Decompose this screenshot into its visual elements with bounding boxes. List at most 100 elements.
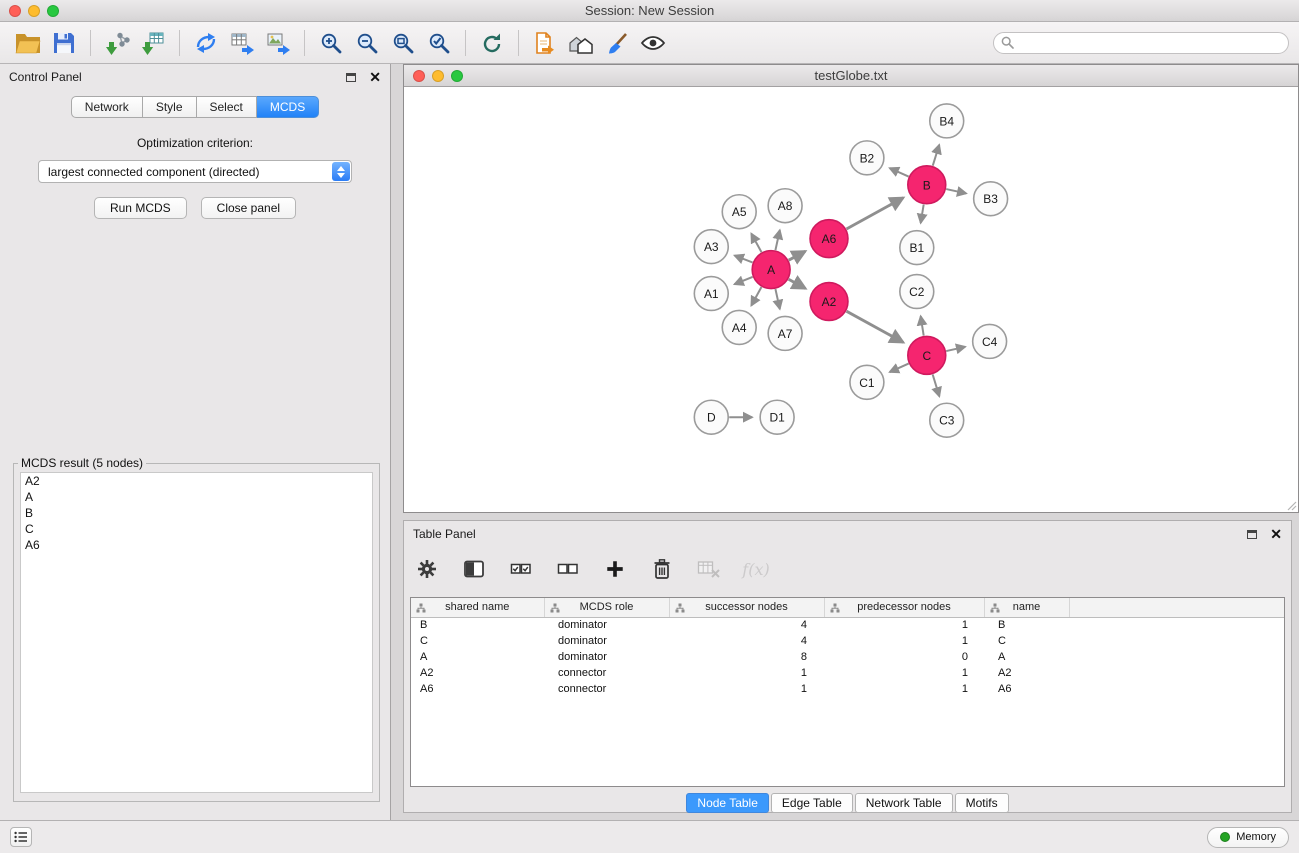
zoom-window-button[interactable] bbox=[47, 5, 59, 17]
graph-edge-A6-B[interactable] bbox=[846, 198, 903, 229]
graph-node-A8[interactable]: A8 bbox=[768, 189, 802, 223]
table-row[interactable]: Cdominator41C bbox=[411, 633, 1284, 649]
tab-edge-table[interactable]: Edge Table bbox=[771, 793, 853, 813]
result-item[interactable]: C bbox=[21, 521, 372, 537]
graph-edge-B-B2[interactable] bbox=[890, 168, 909, 176]
graph-node-A2[interactable]: A2 bbox=[810, 283, 848, 321]
table-row[interactable]: A2connector11A2 bbox=[411, 665, 1284, 681]
graph-edge-A-A4[interactable] bbox=[751, 287, 761, 306]
run-mcds-button[interactable]: Run MCDS bbox=[94, 197, 187, 219]
zoom-selected-button[interactable] bbox=[421, 26, 457, 60]
tab-motifs[interactable]: Motifs bbox=[955, 793, 1009, 813]
select-all-button[interactable] bbox=[508, 556, 534, 582]
column-header-predecessor-nodes[interactable]: predecessor nodes bbox=[824, 598, 984, 617]
delete-table-button[interactable] bbox=[696, 556, 722, 582]
export-table-button[interactable] bbox=[224, 26, 260, 60]
graph-edge-C-C4[interactable] bbox=[946, 347, 965, 351]
graph-node-C[interactable]: C bbox=[908, 336, 946, 374]
graph-edge-A-A5[interactable] bbox=[751, 234, 761, 253]
zoom-network-button[interactable] bbox=[451, 70, 463, 82]
apply-style-button[interactable] bbox=[599, 26, 635, 60]
search-field[interactable] bbox=[993, 32, 1289, 54]
export-image-button[interactable] bbox=[260, 26, 296, 60]
graph-node-A6[interactable]: A6 bbox=[810, 220, 848, 258]
graph-edge-B-B3[interactable] bbox=[946, 189, 966, 193]
graph-node-A4[interactable]: A4 bbox=[722, 310, 756, 344]
graph-edge-C-C1[interactable] bbox=[890, 364, 909, 372]
minimize-window-button[interactable] bbox=[28, 5, 40, 17]
zoom-fit-button[interactable] bbox=[385, 26, 421, 60]
add-entry-button[interactable] bbox=[602, 556, 628, 582]
close-network-button[interactable] bbox=[413, 70, 425, 82]
tab-select[interactable]: Select bbox=[197, 96, 257, 118]
result-item[interactable]: A bbox=[21, 489, 372, 505]
show-hide-button[interactable] bbox=[635, 26, 671, 60]
graph-node-B4[interactable]: B4 bbox=[930, 104, 964, 138]
float-table-panel-icon[interactable] bbox=[1247, 530, 1257, 539]
graph-node-C4[interactable]: C4 bbox=[973, 324, 1007, 358]
resize-grip[interactable] bbox=[1286, 500, 1297, 511]
graph-edge-B-B1[interactable] bbox=[921, 205, 924, 223]
graph-node-B1[interactable]: B1 bbox=[900, 231, 934, 265]
deselect-all-button[interactable] bbox=[555, 556, 581, 582]
open-session-button[interactable] bbox=[527, 26, 563, 60]
tab-mcds[interactable]: MCDS bbox=[257, 96, 319, 118]
result-item[interactable]: A6 bbox=[21, 537, 372, 553]
result-item[interactable]: B bbox=[21, 505, 372, 521]
table-row[interactable]: Adominator80A bbox=[411, 649, 1284, 665]
graph-edge-A-A6[interactable] bbox=[789, 251, 806, 260]
close-table-panel-icon[interactable]: ✕ bbox=[1270, 527, 1282, 541]
import-network-button[interactable] bbox=[99, 26, 135, 60]
close-panel-icon[interactable]: ✕ bbox=[369, 70, 381, 84]
close-panel-button[interactable]: Close panel bbox=[201, 197, 296, 219]
graph-edge-B-B4[interactable] bbox=[933, 145, 939, 166]
tab-network-table[interactable]: Network Table bbox=[855, 793, 953, 813]
import-table-button[interactable] bbox=[135, 26, 171, 60]
graph-node-D[interactable]: D bbox=[694, 400, 728, 434]
graph-node-A5[interactable]: A5 bbox=[722, 195, 756, 229]
graph-edge-A-A1[interactable] bbox=[734, 277, 752, 284]
graph-node-C2[interactable]: C2 bbox=[900, 275, 934, 309]
save-session-button[interactable] bbox=[46, 26, 82, 60]
tab-network[interactable]: Network bbox=[71, 96, 143, 118]
graph-node-B3[interactable]: B3 bbox=[974, 182, 1008, 216]
graph-node-B2[interactable]: B2 bbox=[850, 141, 884, 175]
optimization-criterion-select[interactable]: largest connected component (directed) bbox=[38, 160, 352, 183]
result-item[interactable]: A2 bbox=[21, 473, 372, 489]
toggle-panels-button[interactable] bbox=[10, 827, 32, 847]
memory-button[interactable]: Memory bbox=[1207, 827, 1289, 848]
column-header-mcds-role[interactable]: MCDS role bbox=[544, 598, 669, 617]
delete-entry-button[interactable] bbox=[649, 556, 675, 582]
tab-style[interactable]: Style bbox=[143, 96, 197, 118]
function-builder-button[interactable]: f(x) bbox=[743, 556, 769, 582]
graph-node-D1[interactable]: D1 bbox=[760, 400, 794, 434]
graph-edge-A2-C[interactable] bbox=[846, 311, 903, 342]
export-network-button[interactable] bbox=[188, 26, 224, 60]
table-row[interactable]: Bdominator41B bbox=[411, 617, 1284, 633]
tab-node-table[interactable]: Node Table bbox=[686, 793, 769, 813]
graph-node-A7[interactable]: A7 bbox=[768, 316, 802, 350]
search-input[interactable] bbox=[1014, 36, 1281, 50]
graph-edge-C-C3[interactable] bbox=[933, 374, 940, 396]
float-panel-icon[interactable] bbox=[346, 73, 356, 82]
home-button[interactable] bbox=[563, 26, 599, 60]
graph-node-A1[interactable]: A1 bbox=[694, 277, 728, 311]
column-header-name[interactable]: name bbox=[984, 598, 1069, 617]
graph-edge-A-A2[interactable] bbox=[789, 279, 806, 288]
graph-edge-C-C2[interactable] bbox=[921, 316, 924, 335]
graph-node-A[interactable]: A bbox=[752, 251, 790, 289]
graph-edge-A-A3[interactable] bbox=[735, 256, 753, 263]
graph-edge-A-A8[interactable] bbox=[775, 230, 779, 250]
refresh-button[interactable] bbox=[474, 26, 510, 60]
graph-node-B[interactable]: B bbox=[908, 166, 946, 204]
close-window-button[interactable] bbox=[9, 5, 21, 17]
graph-node-A3[interactable]: A3 bbox=[694, 230, 728, 264]
graph-edge-A-A7[interactable] bbox=[775, 289, 779, 309]
zoom-out-button[interactable] bbox=[349, 26, 385, 60]
graph-node-C3[interactable]: C3 bbox=[930, 403, 964, 437]
graph-node-C1[interactable]: C1 bbox=[850, 365, 884, 399]
zoom-in-button[interactable] bbox=[313, 26, 349, 60]
network-canvas[interactable]: A A6 A2 B C A5 A8 A3 A1A4 A7 B2 B4 B3 B1 C2 C4 C1 C3 D D1 bbox=[404, 87, 1298, 512]
show-columns-button[interactable] bbox=[461, 556, 487, 582]
column-header-successor-nodes[interactable]: successor nodes bbox=[669, 598, 824, 617]
